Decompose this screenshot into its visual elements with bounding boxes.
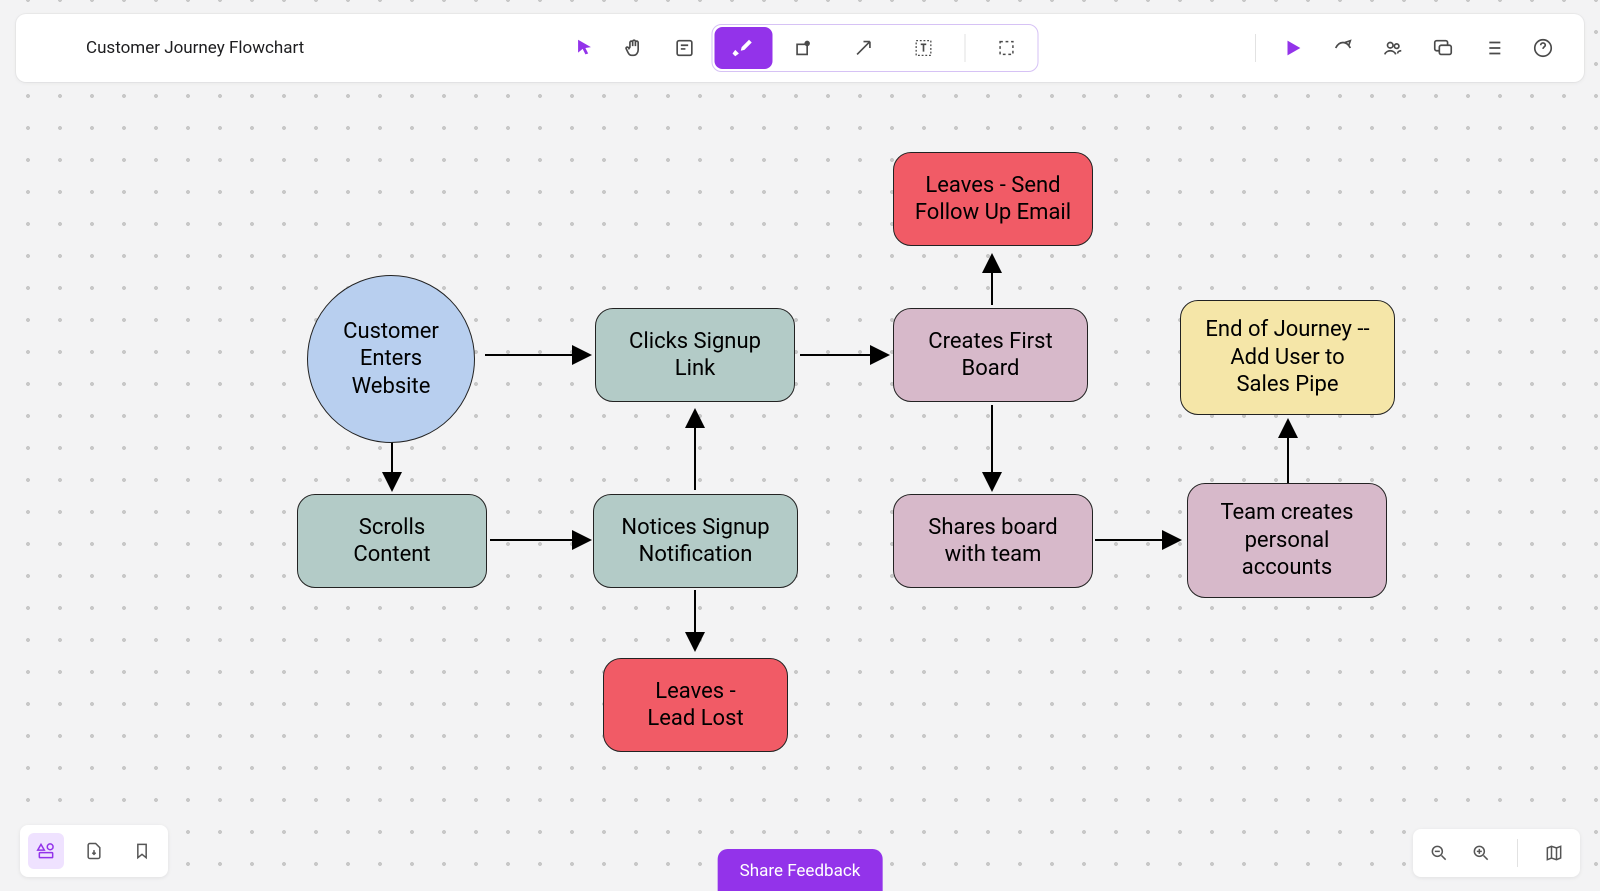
shapes-icon	[36, 841, 56, 861]
node-creates[interactable]: Creates FirstBoard	[893, 308, 1088, 402]
zoom-in-icon	[1471, 843, 1491, 863]
bottom-right-toolbar	[1413, 829, 1580, 877]
node-scrolls[interactable]: ScrollsContent	[297, 494, 487, 588]
node-label: CustomerEntersWebsite	[343, 318, 439, 401]
comment-icon	[1432, 37, 1454, 59]
node-team[interactable]: Team createspersonalaccounts	[1187, 483, 1387, 598]
node-notices[interactable]: Notices SignupNotification	[593, 494, 798, 588]
share-feedback-button[interactable]: Share Feedback	[718, 849, 883, 891]
right-tools	[1245, 25, 1566, 71]
node-end[interactable]: End of Journey --Add User toSales Pipe	[1180, 300, 1395, 415]
node-label: Leaves -Lead Lost	[647, 678, 743, 733]
top-toolbar: Customer Journey Flowchart	[16, 14, 1584, 82]
people-icon	[1382, 37, 1404, 59]
tools-icon	[733, 37, 755, 59]
node-label: End of Journey --Add User toSales Pipe	[1205, 316, 1369, 399]
import-button[interactable]	[76, 833, 112, 869]
arrow-icon	[853, 37, 875, 59]
node-shares[interactable]: Shares boardwith team	[893, 494, 1093, 588]
node-leadlost[interactable]: Leaves -Lead Lost	[603, 658, 788, 752]
zoom-out-button[interactable]	[1423, 837, 1455, 869]
bottom-left-toolbar	[20, 825, 168, 877]
comments-button[interactable]	[1420, 25, 1466, 71]
arrow-tool[interactable]	[835, 27, 893, 69]
marquee-icon	[996, 37, 1018, 59]
tools-button[interactable]	[715, 27, 773, 69]
shape-tool[interactable]	[775, 27, 833, 69]
bookmark-button[interactable]	[124, 833, 160, 869]
file-download-icon	[84, 841, 104, 861]
help-icon	[1532, 37, 1554, 59]
shape-tool-group	[712, 24, 1039, 72]
note-icon	[674, 37, 696, 59]
node-label: Creates FirstBoard	[928, 328, 1052, 383]
hand-icon	[624, 37, 646, 59]
zoom-out-icon	[1429, 843, 1449, 863]
outline-button[interactable]	[1470, 25, 1516, 71]
collaborators-button[interactable]	[1370, 25, 1416, 71]
document-title[interactable]: Customer Journey Flowchart	[86, 38, 304, 58]
zoom-in-button[interactable]	[1465, 837, 1497, 869]
help-button[interactable]	[1520, 25, 1566, 71]
node-leaves-email[interactable]: Leaves - SendFollow Up Email	[893, 152, 1093, 246]
share-button[interactable]	[1320, 25, 1366, 71]
map-icon	[1544, 843, 1564, 863]
shape-icon	[793, 37, 815, 59]
node-start[interactable]: CustomerEntersWebsite	[307, 275, 475, 443]
marquee-tool[interactable]	[978, 27, 1036, 69]
node-clicks[interactable]: Clicks SignupLink	[595, 308, 795, 402]
node-label: Team createspersonalaccounts	[1220, 499, 1353, 582]
node-label: ScrollsContent	[353, 514, 430, 569]
select-tool[interactable]	[562, 25, 608, 71]
flow-layer: CustomerEntersWebsite ScrollsContent Cli…	[0, 0, 1600, 891]
share-icon	[1332, 37, 1354, 59]
node-label: Notices SignupNotification	[621, 514, 769, 569]
node-label: Clicks SignupLink	[629, 328, 761, 383]
separator	[1517, 839, 1518, 867]
text-tool[interactable]	[895, 27, 953, 69]
present-button[interactable]	[1270, 25, 1316, 71]
separator	[1255, 34, 1256, 62]
minimap-button[interactable]	[1538, 837, 1570, 869]
node-label: Leaves - SendFollow Up Email	[915, 172, 1071, 227]
separator	[965, 34, 966, 62]
pan-tool[interactable]	[612, 25, 658, 71]
bookmark-icon	[132, 841, 152, 861]
shapes-library-button[interactable]	[28, 833, 64, 869]
node-label: Shares boardwith team	[928, 514, 1057, 569]
text-icon	[913, 37, 935, 59]
play-icon	[1282, 37, 1304, 59]
center-tools	[562, 24, 1039, 72]
list-icon	[1482, 37, 1504, 59]
cursor-icon	[574, 37, 596, 59]
note-tool[interactable]	[662, 25, 708, 71]
